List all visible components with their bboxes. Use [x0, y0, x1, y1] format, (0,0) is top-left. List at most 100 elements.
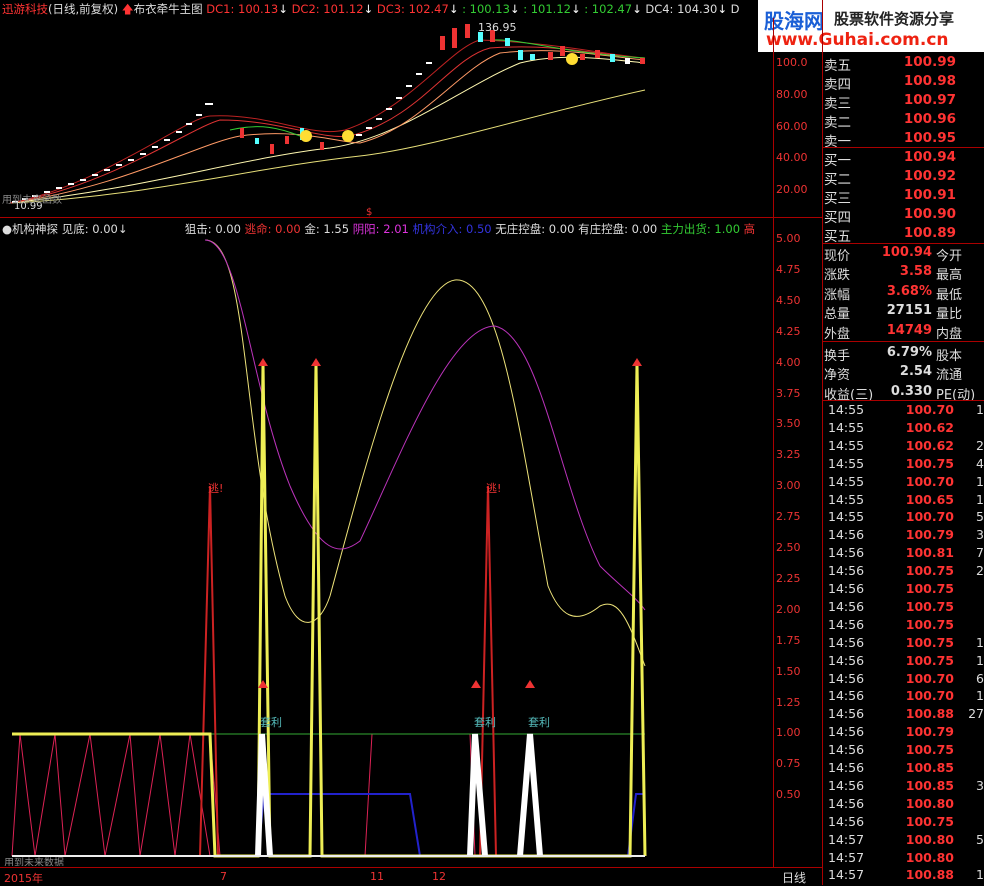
stat-row: 净资 2.54 流通 [824, 364, 984, 383]
tick-row: 14:55 100.70 5 [824, 509, 984, 527]
tick-time: 14:56 [828, 760, 865, 775]
tick-time: 14:56 [828, 724, 865, 740]
tick-price: 100.79 [905, 724, 954, 740]
tick-price: 100.75 [905, 598, 954, 614]
tick-row: 14:56 100.88 27 [824, 706, 984, 724]
stat-value: 6.79% [886, 345, 932, 360]
tick-time: 14:55 [828, 491, 865, 507]
sell-level-2: 卖二 100.96 [824, 111, 956, 131]
tick-price: 100.75 [905, 813, 954, 829]
stats-divider-2 [822, 341, 984, 342]
indicator-watermark: 用到未来数据 [4, 856, 64, 866]
tick-time: 14:57 [828, 831, 865, 847]
main-y-tick: 20.00 [776, 183, 808, 196]
yinyang-value: 阴阳: 2.01 [352, 222, 409, 236]
taoli-label-1: 套利 [260, 716, 282, 729]
price-chart[interactable]: 136.95 10.99 用到未来函数 [0, 18, 773, 216]
formula-arrow-icon: 🡅 [121, 2, 134, 16]
tick-row: 14:55 100.65 1 [824, 492, 984, 510]
indicator-y-tick: 1.00 [776, 726, 801, 740]
stat-label: 涨跌 [824, 268, 851, 284]
tick-row: 14:56 100.75 [824, 617, 984, 635]
x-month-2: 11 [370, 870, 384, 883]
tick-time: 14:56 [828, 777, 865, 793]
tick-time: 14:55 [828, 509, 865, 525]
ticks-divider [822, 400, 984, 401]
tick-price: 100.88 [905, 706, 954, 722]
tick-price: 100.80 [905, 831, 954, 847]
tick-row: 14:55 100.75 4 [824, 456, 984, 474]
sell-level-5: 卖五 100.99 [824, 54, 956, 74]
indicator-y-tick: 1.25 [776, 695, 801, 709]
indicator-y-tick: 0.75 [776, 757, 801, 771]
axis-divider [773, 18, 774, 868]
main-y-tick: 40.00 [776, 151, 808, 164]
tick-time: 14:57 [828, 867, 865, 883]
x-month-1: 7 [220, 870, 227, 883]
tick-volume: 27 [968, 706, 984, 722]
x-month-3: 12 [432, 870, 446, 883]
stat-label-2: 最高 [936, 268, 963, 284]
indicator-header: ●机构神探 见底: 0.00↓ 狙击: 0.00 逃命: 0.00 金: 1.5… [2, 222, 756, 236]
main-watermark: 用到未来函数 [2, 193, 62, 206]
jin-value: 金: 1.55 [304, 222, 350, 236]
tick-volume: 2 [976, 563, 984, 579]
indicator-name[interactable]: 机构神探 [12, 222, 58, 236]
stat-row: 现价 100.94 今开 [824, 245, 984, 264]
tick-price: 100.70 [905, 402, 954, 417]
tick-row: 14:56 100.75 [824, 742, 984, 760]
stat-label: 现价 [824, 249, 851, 264]
tick-row: 14:56 100.75 2 [824, 563, 984, 581]
tick-volume: 3 [976, 527, 984, 543]
tick-row: 14:56 100.85 3 [824, 778, 984, 796]
tick-time: 14:56 [828, 813, 865, 829]
tick-price: 100.88 [905, 867, 954, 883]
tick-row: 14:56 100.85 [824, 760, 984, 778]
pane-divider[interactable] [0, 217, 822, 218]
formula-name[interactable]: 布衣牵牛主图 [134, 2, 203, 16]
buy-level-2: 买二 100.92 [824, 168, 956, 188]
tick-row: 14:56 100.75 1 [824, 635, 984, 653]
tick-volume: 1 [976, 473, 984, 489]
indicator-y-tick: 4.75 [776, 262, 801, 276]
base-signal-lines [11, 363, 647, 858]
val1: : 100.13 [462, 2, 510, 16]
youzhuang-value: 有庄控盘: 0.00 [578, 222, 658, 236]
tick-time: 14:56 [828, 706, 865, 722]
buy-level-1: 买一 100.94 [824, 149, 956, 169]
tick-time: 14:56 [828, 652, 865, 668]
banner-url: www.Guhai.com.cn [766, 30, 949, 50]
stat-value: 0.330 [890, 383, 932, 399]
taoli-label-2: 套利 [474, 716, 496, 729]
tick-volume: 3 [976, 777, 984, 793]
bottom-divider [0, 867, 822, 868]
stock-name[interactable]: 迅游科技 [2, 2, 48, 16]
sell-level-3: 卖三 100.97 [824, 92, 956, 112]
main-y-tick: 80.00 [776, 88, 808, 101]
tick-price: 100.79 [905, 527, 954, 543]
tick-time: 14:55 [828, 473, 865, 489]
period-tab[interactable]: 日线 [782, 869, 806, 886]
sell-level-4: 卖四 100.98 [824, 73, 956, 93]
tick-row: 14:57 100.80 5 [824, 832, 984, 850]
val2: : 101.12 [523, 2, 571, 16]
stat-label-2: 量比 [936, 307, 963, 323]
tick-volume: 4 [976, 455, 984, 471]
tick-price: 100.75 [905, 581, 954, 596]
stat-value: 27151 [886, 303, 932, 319]
tick-price: 100.70 [905, 688, 954, 704]
jigou-value: 机构介入: 0.50 [412, 222, 492, 236]
stat-label-2: 最低 [936, 287, 963, 303]
tick-time: 14:55 [828, 455, 865, 471]
indicator-chart[interactable]: 逃! 逃! 套利 套利 套利 用到未来数据 [0, 236, 773, 866]
tick-row: 14:55 100.62 2 [824, 438, 984, 456]
indicator-y-tick: 1.75 [776, 633, 801, 647]
tick-time: 14:57 [828, 849, 865, 865]
tick-price: 100.75 [905, 742, 954, 758]
indicator-y-tick: 0.50 [776, 788, 801, 802]
stat-label: 总量 [824, 307, 851, 323]
indicator-y-tick: 2.25 [776, 571, 801, 585]
panel-divider [822, 0, 823, 885]
period-label[interactable]: (日线,前复权) [48, 2, 118, 16]
stat-label-2: 今开 [936, 249, 963, 264]
